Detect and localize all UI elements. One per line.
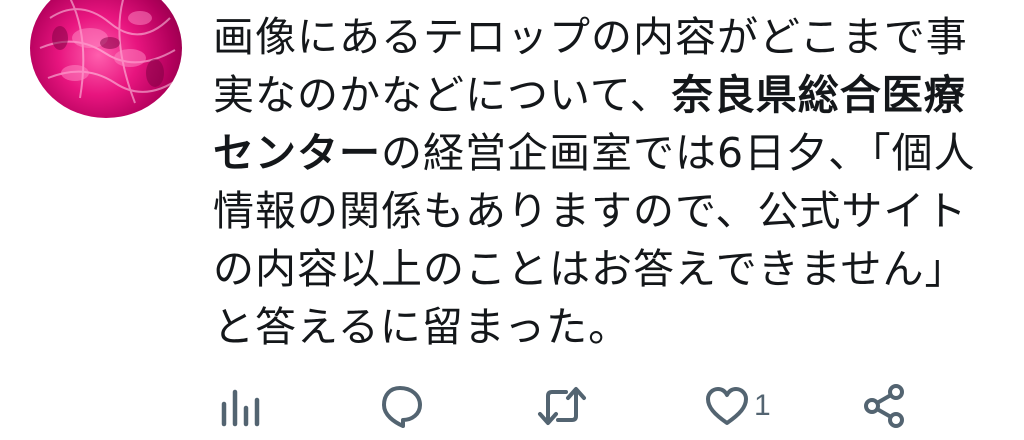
like-button[interactable]: 1 — [704, 380, 771, 432]
like-count: 1 — [754, 389, 771, 422]
avatar[interactable] — [30, 0, 182, 118]
reply-bubble-icon — [378, 382, 426, 430]
tweet-text: 画像にあるテロップの内容がどこまで事実なのかなどについて、奈良県総合医療センター… — [213, 8, 998, 356]
views-button[interactable] — [218, 380, 262, 432]
retweet-button[interactable] — [536, 380, 588, 432]
flower-image — [39, 0, 181, 104]
share-button[interactable] — [860, 380, 908, 432]
bar-chart-icon — [218, 382, 262, 430]
retweet-icon — [536, 382, 588, 430]
tweet-action-bar: 1 — [0, 380, 1024, 440]
heart-icon — [704, 382, 750, 430]
reply-button[interactable] — [378, 380, 426, 432]
share-icon — [860, 382, 908, 430]
